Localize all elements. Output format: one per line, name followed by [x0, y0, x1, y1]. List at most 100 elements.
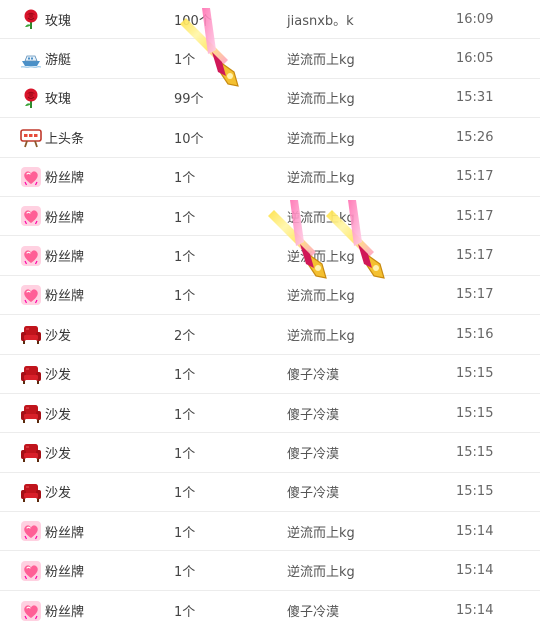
gift-quantity: 1个: [174, 210, 196, 226]
gift-time: 15:17: [456, 248, 494, 264]
gift-cell: 沙发: [20, 441, 71, 463]
gift-name: 粉丝牌: [45, 171, 85, 187]
gift-time: 15:31: [456, 90, 494, 106]
sender-name: 逆流而上kg: [287, 92, 355, 108]
sender-name: 逆流而上kg: [287, 131, 355, 147]
gift-cell: 粉丝牌: [20, 560, 84, 582]
sofa-icon: [20, 323, 42, 345]
gift-name: 粉丝牌: [45, 289, 85, 305]
gift-time: 15:14: [456, 603, 494, 619]
gift-list: 玫瑰 100个 jiasnxb。k 16:09 游艇 1个 逆流而上kg 16:…: [0, 0, 540, 630]
gift-row: 粉丝牌 1个 逆流而上kg 15:17: [0, 236, 540, 276]
gift-name: 沙发: [45, 407, 72, 423]
fan-badge-heart-icon: [20, 560, 42, 582]
gift-time: 15:17: [456, 287, 494, 303]
sender-name: 傻子冷漠: [287, 407, 340, 423]
gift-quantity: 1个: [174, 446, 196, 462]
fan-badge-heart-icon: [20, 166, 42, 188]
gift-row: 粉丝牌 1个 逆流而上kg 15:14: [0, 512, 540, 552]
gift-cell: 粉丝牌: [20, 245, 84, 267]
gift-cell: 粉丝牌: [20, 600, 84, 622]
sender-name: 逆流而上kg: [287, 525, 355, 541]
gift-cell: 沙发: [20, 402, 71, 424]
gift-row: 粉丝牌 1个 逆流而上kg 15:14: [0, 551, 540, 591]
gift-cell: 粉丝牌: [20, 205, 84, 227]
rose-icon: [20, 87, 42, 109]
gift-quantity: 1个: [174, 605, 196, 621]
gift-row: 玫瑰 99个 逆流而上kg 15:31: [0, 79, 540, 119]
gift-row: 游艇 1个 逆流而上kg 16:05: [0, 39, 540, 79]
gift-quantity: 1个: [174, 289, 196, 305]
gift-name: 游艇: [45, 53, 72, 69]
gift-quantity: 2个: [174, 328, 196, 344]
gift-quantity: 1个: [174, 486, 196, 502]
gift-row: 粉丝牌 1个 逆流而上kg 15:17: [0, 276, 540, 316]
gift-quantity: 99个: [174, 92, 204, 108]
gift-row: 粉丝牌 1个 逆流而上kg 15:17: [0, 158, 540, 197]
gift-name: 粉丝牌: [45, 250, 85, 266]
gift-name: 玫瑰: [45, 13, 72, 29]
fan-badge-heart-icon: [20, 600, 42, 622]
gift-row: 粉丝牌 1个 傻子冷漠 15:14: [0, 591, 540, 630]
gift-time: 15:14: [456, 523, 494, 539]
gift-time: 15:26: [456, 129, 494, 145]
sender-name: 傻子冷漠: [287, 486, 340, 502]
gift-quantity: 1个: [174, 250, 196, 266]
gift-cell: 游艇: [20, 48, 71, 70]
headline-sign-icon: [20, 126, 42, 148]
gift-row: 玫瑰 100个 jiasnxb。k 16:09: [0, 0, 540, 40]
gift-time: 15:15: [456, 366, 494, 382]
gift-quantity: 10个: [174, 131, 204, 147]
gift-name: 上头条: [45, 131, 85, 147]
gift-cell: 粉丝牌: [20, 520, 84, 542]
gift-row: 粉丝牌 1个 逆流而上kg 15:17: [0, 197, 540, 237]
yacht-icon: [20, 48, 42, 70]
gift-row: 沙发 1个 傻子冷漠 15:15: [0, 433, 540, 473]
gift-time: 16:09: [456, 11, 494, 27]
gift-name: 粉丝牌: [45, 210, 85, 226]
gift-quantity: 1个: [174, 53, 196, 69]
gift-cell: 沙发: [20, 323, 71, 345]
gift-name: 沙发: [45, 486, 72, 502]
gift-time: 15:15: [456, 444, 494, 460]
gift-cell: 沙发: [20, 363, 71, 385]
gift-quantity: 100个: [174, 13, 212, 29]
fan-badge-heart-icon: [20, 284, 42, 306]
gift-cell: 粉丝牌: [20, 284, 84, 306]
gift-name: 沙发: [45, 328, 72, 344]
gift-row: 沙发 1个 傻子冷漠 15:15: [0, 394, 540, 434]
sender-name: 逆流而上kg: [287, 53, 355, 69]
gift-name: 粉丝牌: [45, 525, 85, 541]
gift-time: 16:05: [456, 51, 494, 67]
gift-cell: 玫瑰: [20, 87, 71, 109]
sender-name: 傻子冷漠: [287, 446, 340, 462]
gift-name: 沙发: [45, 446, 72, 462]
sender-name: jiasnxb。k: [287, 13, 354, 29]
sofa-icon: [20, 402, 42, 424]
gift-cell: 粉丝牌: [20, 166, 84, 188]
gift-quantity: 1个: [174, 368, 196, 384]
gift-name: 粉丝牌: [45, 605, 85, 621]
gift-row: 沙发 1个 傻子冷漠 15:15: [0, 355, 540, 394]
sender-name: 逆流而上kg: [287, 171, 355, 187]
sender-name: 逆流而上kg: [287, 250, 355, 266]
gift-time: 15:17: [456, 208, 494, 224]
gift-name: 沙发: [45, 368, 72, 384]
gift-cell: 沙发: [20, 481, 71, 503]
sender-name: 逆流而上kg: [287, 289, 355, 305]
sender-name: 傻子冷漠: [287, 605, 340, 621]
gift-row: 上头条 10个 逆流而上kg 15:26: [0, 118, 540, 158]
gift-time: 15:14: [456, 563, 494, 579]
gift-quantity: 1个: [174, 171, 196, 187]
gift-quantity: 1个: [174, 565, 196, 581]
gift-time: 15:17: [456, 169, 494, 185]
gift-row: 沙发 1个 傻子冷漠 15:15: [0, 473, 540, 513]
sender-name: 傻子冷漠: [287, 368, 340, 384]
fan-badge-heart-icon: [20, 205, 42, 227]
fan-badge-heart-icon: [20, 520, 42, 542]
gift-time: 15:15: [456, 405, 494, 421]
gift-time: 15:16: [456, 326, 494, 342]
sofa-icon: [20, 441, 42, 463]
gift-cell: 玫瑰: [20, 8, 71, 30]
gift-quantity: 1个: [174, 407, 196, 423]
